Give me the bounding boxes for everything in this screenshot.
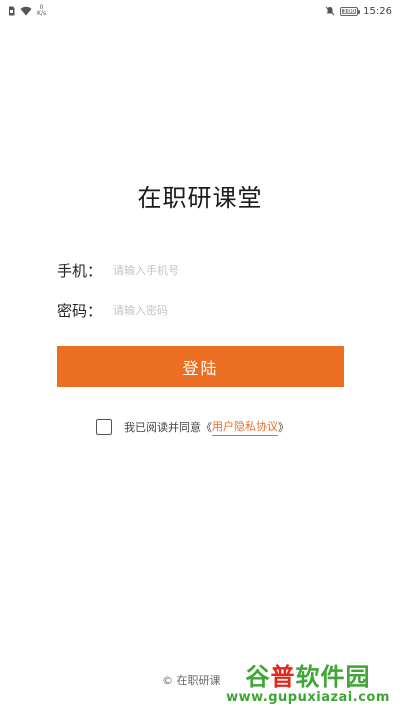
phone-row: 手机： [57,259,347,281]
copyright-footer: © 在职研课 [162,674,221,687]
watermark-logo: 谷 普 软件园 www.gupuxiazai.com [220,658,396,710]
status-bar-right: 100 15:26 [325,6,392,17]
net-speed: 0 K/s [37,5,46,17]
status-time: 15:26 [363,5,392,17]
watermark-part1: 谷 [245,662,271,691]
agreement-open-bracket: 《 [201,421,212,434]
net-speed-unit: K/s [37,10,47,17]
watermark-url: www.gupuxiazai.com [226,690,390,705]
password-label: 密码： [57,301,103,320]
password-input[interactable] [113,299,333,321]
agreement-checkbox[interactable] [96,419,112,435]
agreement-row: 我已阅读并同意 《 用户隐私协议 》 [96,418,289,436]
status-bar: 0 K/s 100 15:26 [0,0,400,22]
phone-input[interactable] [113,259,333,281]
login-button[interactable]: 登陆 [57,346,344,387]
watermark-title: 谷 普 软件园 [220,658,396,691]
watermark-part2: 普 [270,662,296,691]
agreement-text: 我已阅读并同意 [124,421,201,434]
app-title: 在职研课堂 [137,184,263,212]
wifi-icon [20,6,32,16]
agreement-close-bracket: 》 [278,421,289,434]
sim-icon [8,6,15,16]
battery-icon: 100 [340,6,361,16]
battery-text: 100 [342,7,356,15]
bell-muted-icon [325,6,335,16]
status-bar-left: 0 K/s [8,5,46,17]
watermark-part3: 软件园 [295,662,371,691]
password-row: 密码： [57,299,347,321]
phone-label: 手机： [57,261,103,280]
privacy-policy-link[interactable]: 用户隐私协议 [212,418,278,436]
